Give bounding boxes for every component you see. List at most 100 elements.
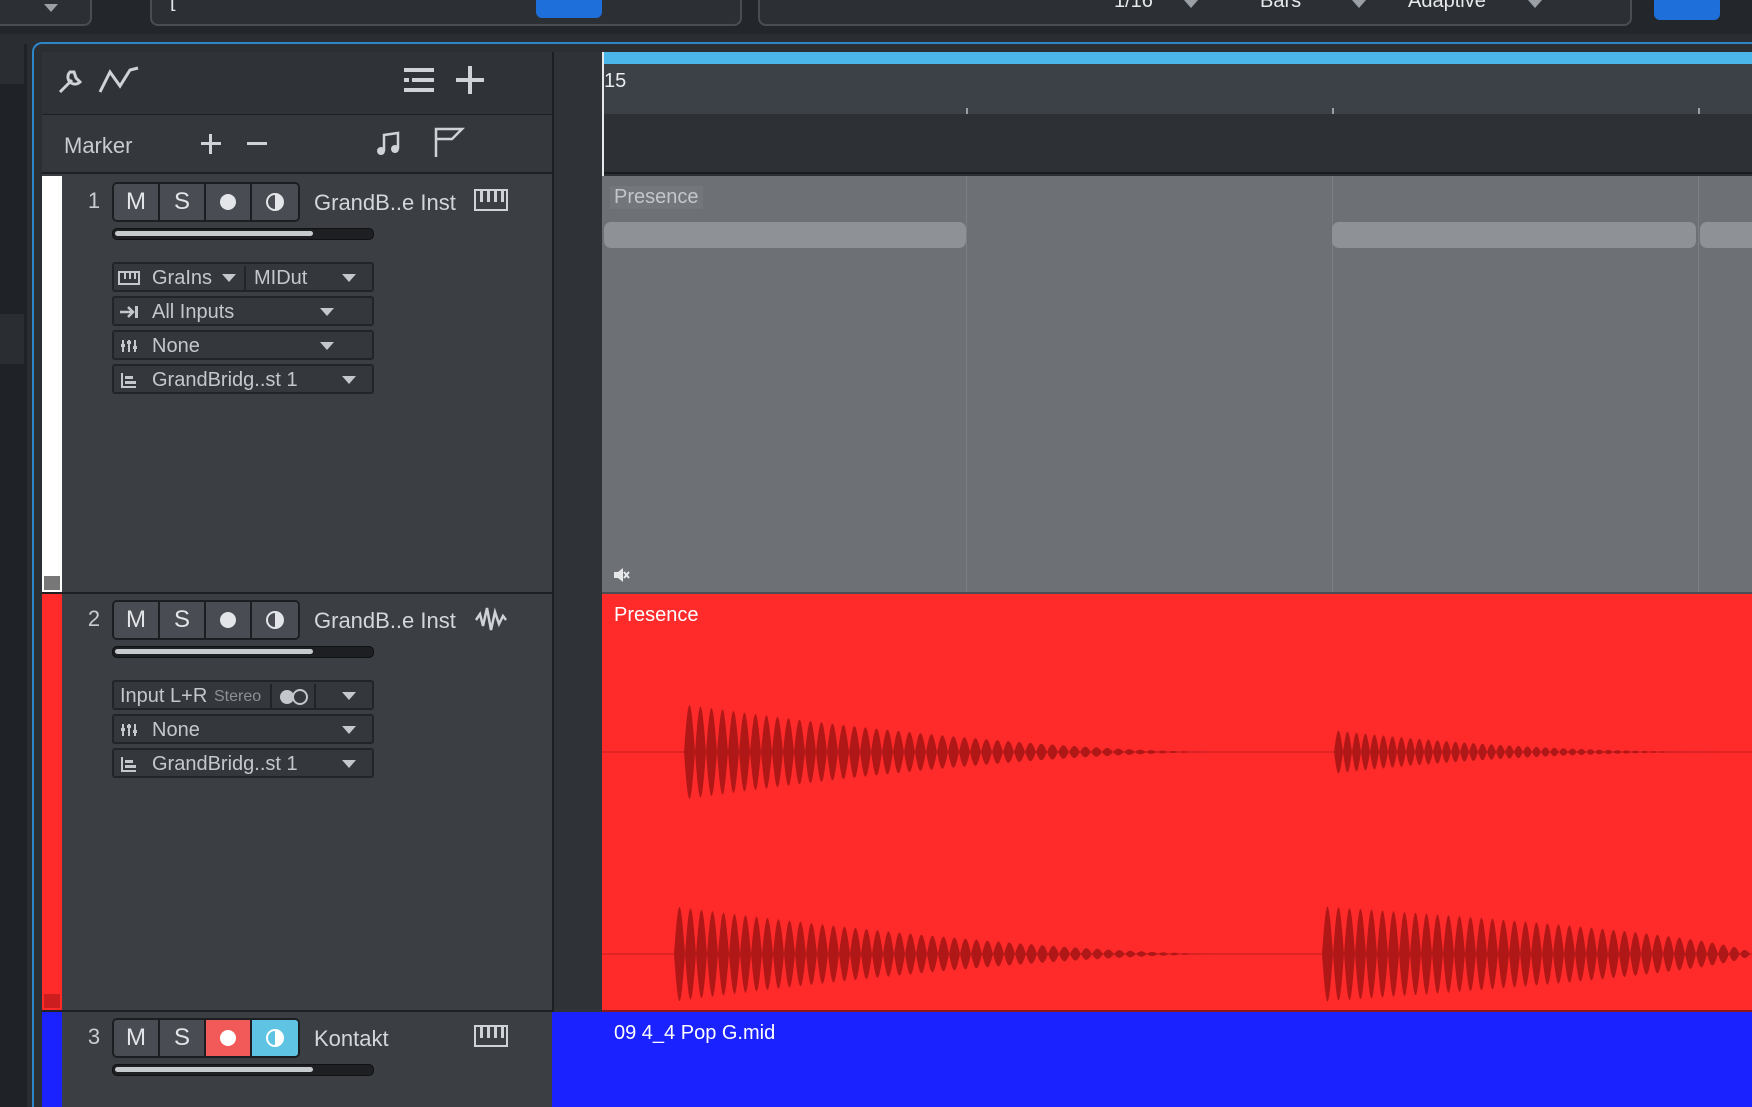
automation-icon[interactable] bbox=[98, 64, 142, 96]
send-row[interactable]: None bbox=[112, 330, 374, 360]
midi-note-bar[interactable] bbox=[604, 222, 966, 248]
chevron-down-icon[interactable] bbox=[342, 274, 356, 282]
solo-button[interactable]: S bbox=[160, 1020, 206, 1056]
input-routing-row[interactable]: Input L+R Stereo bbox=[112, 680, 374, 710]
toolbar-right-blue-button[interactable] bbox=[1654, 0, 1720, 20]
event-label[interactable]: Presence bbox=[610, 186, 703, 209]
timebase-dropdown-icon[interactable] bbox=[1352, 0, 1366, 8]
chevron-down-icon[interactable] bbox=[342, 726, 356, 734]
input-select[interactable]: Input L+R bbox=[120, 685, 207, 708]
track-color-bar[interactable] bbox=[42, 594, 62, 1010]
wrench-icon[interactable] bbox=[56, 66, 86, 96]
track-header-3[interactable]: 3 M S Kontakt bbox=[42, 1012, 552, 1107]
marker-track-row: Marker bbox=[42, 114, 552, 174]
rewind-tool-button[interactable] bbox=[536, 0, 602, 18]
send-row[interactable]: None bbox=[112, 714, 374, 744]
marker-track-label: Marker bbox=[64, 133, 133, 158]
loop-range-bar[interactable] bbox=[602, 52, 1752, 64]
midi-note-bar[interactable] bbox=[1332, 222, 1696, 248]
piano-keys-icon bbox=[474, 188, 508, 212]
track-color-bar[interactable] bbox=[42, 1012, 62, 1107]
output-icon bbox=[121, 757, 136, 772]
mute-button[interactable]: M bbox=[114, 602, 160, 638]
add-marker-icon[interactable] bbox=[200, 133, 222, 155]
monitor-button[interactable] bbox=[252, 602, 298, 638]
toolbar: [ ··· 1/16 Bars Adaptive bbox=[0, 0, 1752, 34]
add-track-icon[interactable] bbox=[454, 64, 486, 96]
monitor-button[interactable] bbox=[252, 1020, 298, 1056]
solo-button[interactable]: S bbox=[160, 184, 206, 220]
record-arm-button[interactable] bbox=[206, 184, 252, 220]
track-header-1[interactable]: 1 M S GrandB..e Inst GraIns MIDut All In… bbox=[42, 176, 552, 594]
tool-dotted-icon[interactable]: ··· bbox=[292, 0, 312, 7]
automation-toggle-icon[interactable] bbox=[44, 576, 60, 590]
midi-note-bar[interactable] bbox=[1700, 222, 1752, 248]
track-3-lane[interactable]: 09 4_4 Pop G.mid bbox=[602, 1012, 1752, 1107]
output-select[interactable]: GrandBridg..st 1 bbox=[152, 753, 298, 776]
track-number: 1 bbox=[87, 188, 101, 213]
edge-tab-1[interactable] bbox=[0, 44, 24, 84]
output-row[interactable]: GrandBridg..st 1 bbox=[112, 364, 374, 394]
event-label[interactable]: Presence bbox=[614, 604, 699, 627]
quantize-dropdown-icon[interactable] bbox=[1184, 0, 1198, 8]
track-name[interactable]: GrandB..e Inst bbox=[314, 190, 456, 216]
mute-button[interactable]: M bbox=[114, 1020, 160, 1056]
grid-line bbox=[966, 176, 967, 592]
input-routing-row[interactable]: All Inputs bbox=[112, 296, 374, 326]
toolbar-tools-group: [ ··· bbox=[150, 0, 742, 26]
chevron-down-icon[interactable] bbox=[44, 4, 58, 12]
instrument-input-select[interactable]: GraIns bbox=[152, 267, 212, 290]
snap-dropdown-icon[interactable] bbox=[1528, 0, 1542, 8]
chevron-down-icon[interactable] bbox=[342, 376, 356, 384]
volume-fader[interactable] bbox=[112, 228, 374, 240]
monitor-button[interactable] bbox=[252, 184, 298, 220]
remove-marker-icon[interactable] bbox=[246, 133, 268, 155]
track-color-bar[interactable] bbox=[42, 176, 62, 592]
output-icon bbox=[121, 373, 136, 388]
send-select[interactable]: None bbox=[152, 335, 200, 358]
track-buttons: M S bbox=[112, 1018, 300, 1058]
track-name[interactable]: Kontakt bbox=[314, 1026, 389, 1052]
stereo-link-icon[interactable] bbox=[278, 688, 310, 706]
divider bbox=[244, 266, 246, 290]
quantize-value[interactable]: 1/16 bbox=[1114, 0, 1153, 11]
event-label[interactable]: 09 4_4 Pop G.mid bbox=[614, 1022, 775, 1045]
track-2-lane[interactable]: Presence bbox=[602, 594, 1752, 1012]
track-buttons: M S bbox=[112, 600, 300, 640]
record-arm-button[interactable] bbox=[206, 602, 252, 638]
waveform-channel-right bbox=[602, 906, 1752, 1002]
output-select[interactable]: GrandBridg..st 1 bbox=[152, 369, 298, 392]
output-row[interactable]: GrandBridg..st 1 bbox=[112, 748, 374, 778]
flag-icon[interactable] bbox=[432, 125, 466, 159]
volume-fader-fill bbox=[115, 1067, 313, 1072]
track-buttons: M S bbox=[112, 182, 300, 222]
marker-lane[interactable] bbox=[602, 114, 1752, 174]
volume-fader[interactable] bbox=[112, 1064, 374, 1076]
track-header-2[interactable]: 2 M S GrandB..e Inst Input L+R Stereo No… bbox=[42, 594, 552, 1012]
midi-out-select[interactable]: MIDut bbox=[254, 267, 307, 290]
chevron-down-icon[interactable] bbox=[320, 342, 334, 350]
edge-tab-2[interactable] bbox=[0, 314, 24, 364]
input-select[interactable]: All Inputs bbox=[152, 301, 234, 324]
volume-fader-fill bbox=[115, 649, 313, 654]
snap-value[interactable]: Adaptive bbox=[1408, 0, 1486, 11]
track-list-icon[interactable] bbox=[402, 66, 436, 94]
send-select[interactable]: None bbox=[152, 719, 200, 742]
mixer-sliders-icon bbox=[121, 340, 137, 352]
tool-bracket-icon[interactable]: [ bbox=[170, 0, 176, 11]
timebase-value[interactable]: Bars bbox=[1260, 0, 1301, 11]
chevron-down-icon[interactable] bbox=[342, 692, 356, 700]
record-arm-button[interactable] bbox=[206, 1020, 252, 1056]
mute-button[interactable]: M bbox=[114, 184, 160, 220]
track-name[interactable]: GrandB..e Inst bbox=[314, 608, 456, 634]
instrument-io-row: GraIns MIDut bbox=[112, 262, 374, 292]
volume-fader[interactable] bbox=[112, 646, 374, 658]
chevron-down-icon[interactable] bbox=[342, 760, 356, 768]
track-1-lane[interactable]: Presence bbox=[602, 176, 1752, 594]
chevron-down-icon[interactable] bbox=[320, 308, 334, 316]
music-note-icon[interactable] bbox=[376, 129, 402, 157]
chevron-down-icon[interactable] bbox=[222, 274, 236, 282]
solo-button[interactable]: S bbox=[160, 602, 206, 638]
track-number: 2 bbox=[87, 606, 101, 631]
automation-toggle-icon[interactable] bbox=[44, 994, 60, 1008]
